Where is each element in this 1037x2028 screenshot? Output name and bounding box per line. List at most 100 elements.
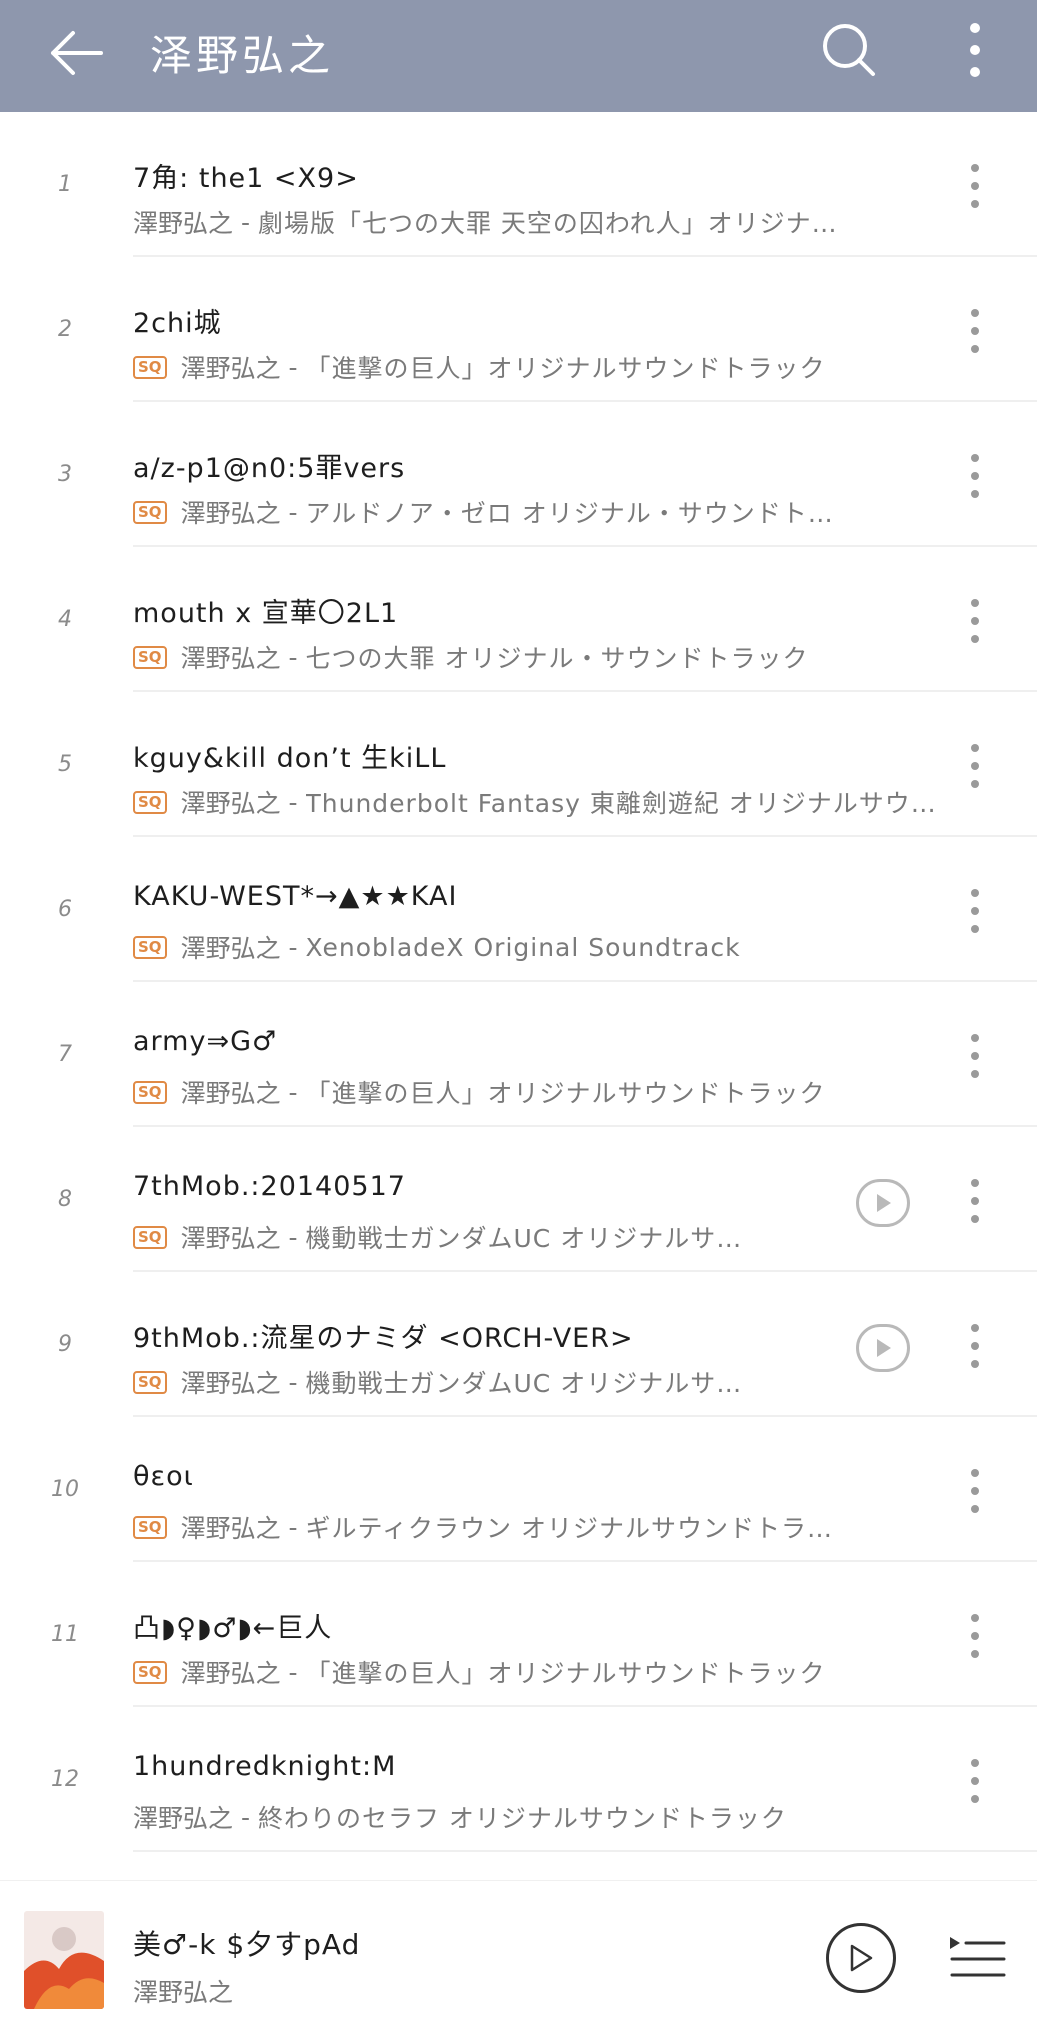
album-cover-image[interactable] xyxy=(24,1911,104,2009)
subtitle-separator: - xyxy=(280,932,306,962)
track-subtitle: SQ 澤野弘之 - ギルティクラウン オリジナルサウンドトラ… xyxy=(133,1509,943,1545)
track-row[interactable]: 7 army⇒G♂ SQ 澤野弘之 - 「進撃の巨人」オリジナルサウンドトラック xyxy=(0,982,1037,1127)
track-number: 2 xyxy=(58,317,72,342)
track-row[interactable]: 5 kguy&kill don’t 生kiLL SQ 澤野弘之 - Thunderbo… xyxy=(0,692,1037,837)
track-more-button[interactable] xyxy=(960,446,990,506)
page-title: 泽野弘之 xyxy=(150,31,335,80)
now-playing-artist[interactable]: 澤野弘之 xyxy=(133,1973,233,2009)
sq-badge: SQ xyxy=(133,790,167,814)
track-more-button[interactable] xyxy=(960,881,990,941)
track-album: 「進撃の巨人」オリジナルサウンドトラック xyxy=(305,354,826,383)
track-number: 5 xyxy=(58,752,72,777)
subtitle-separator: - xyxy=(280,1077,306,1107)
more-vertical-icon xyxy=(971,1469,979,1513)
sq-badge: SQ xyxy=(133,355,167,379)
track-subtitle: SQ 澤野弘之 - 「進撃の巨人」オリジナルサウンドトラック xyxy=(133,349,943,385)
track-album: 「進撃の巨人」オリジナルサウンドトラック xyxy=(305,1079,826,1108)
track-subtitle: SQ 澤野弘之 - 機動戦士ガンダムUC オリジナルサ… xyxy=(133,1219,813,1255)
track-artist: 澤野弘之 xyxy=(133,1804,234,1833)
now-playing-title[interactable]: 美♂-k $夕すpAd xyxy=(133,1923,360,1963)
track-subtitle: 澤野弘之 - 劇場版「七つの大罪 天空の囚われ人」オリジナ… xyxy=(133,204,943,240)
subtitle-separator: - xyxy=(233,1802,258,1832)
track-list: 1 7角: the1 <X9> 澤野弘之 - 劇場版「七つの大罪 天空の囚われ人」オ… xyxy=(0,112,1037,1852)
track-row[interactable]: 8 7thMob.:20140517 SQ 澤野弘之 - 機動戦士ガンダムUC オリジ… xyxy=(0,1127,1037,1272)
playlist-button[interactable] xyxy=(948,1933,1008,1983)
track-more-button[interactable] xyxy=(960,1316,990,1376)
mini-player[interactable]: 美♂-k $夕すpAd 澤野弘之 xyxy=(0,1880,1037,2028)
track-title: θεοι xyxy=(133,1461,194,1492)
track-more-button[interactable] xyxy=(960,1461,990,1521)
sq-badge: SQ xyxy=(133,645,167,669)
play-icon xyxy=(877,1339,891,1357)
track-more-button[interactable] xyxy=(960,591,990,651)
track-title: 1hundredknight:M xyxy=(133,1751,397,1782)
track-row[interactable]: 3 a/z-p1@n0:5罪vers SQ 澤野弘之 - アルドノア・ゼロ オリジナル… xyxy=(0,402,1037,547)
search-button[interactable] xyxy=(814,10,884,90)
track-row[interactable]: 4 mouth x 宣華〇2L1 SQ 澤野弘之 - 七つの大罪 オリジナル・サウンド… xyxy=(0,547,1037,692)
track-subtitle: SQ 澤野弘之 - 「進撃の巨人」オリジナルサウンドトラック xyxy=(133,1654,943,1690)
sq-badge: SQ xyxy=(133,1660,167,1684)
track-more-button[interactable] xyxy=(960,301,990,361)
track-artist: 澤野弘之 xyxy=(180,1659,281,1688)
track-subtitle: SQ 澤野弘之 - 七つの大罪 オリジナル・サウンドトラック xyxy=(133,639,943,675)
playlist-icon xyxy=(950,1937,1006,1977)
subtitle-separator: - xyxy=(280,642,306,672)
track-number: 12 xyxy=(51,1767,79,1792)
track-album: 機動戦士ガンダムUC オリジナルサ… xyxy=(305,1369,743,1398)
track-more-button[interactable] xyxy=(960,1751,990,1811)
track-artist: 澤野弘之 xyxy=(180,1079,281,1108)
track-more-button[interactable] xyxy=(960,1171,990,1231)
subtitle-separator: - xyxy=(280,1222,306,1252)
track-artist: 澤野弘之 xyxy=(180,354,281,383)
subtitle-separator: - xyxy=(280,352,306,382)
more-vertical-icon xyxy=(971,164,979,208)
track-album: 機動戦士ガンダムUC オリジナルサ… xyxy=(305,1224,743,1253)
track-subtitle: SQ 澤野弘之 - XenobladeX Original Soundtrack xyxy=(133,929,943,965)
track-number: 3 xyxy=(58,462,72,487)
track-row[interactable]: 10 θεοι SQ 澤野弘之 - ギルティクラウン オリジナルサウンドトラ… xyxy=(0,1417,1037,1562)
track-album: 七つの大罪 オリジナル・サウンドトラック xyxy=(305,644,809,673)
track-number: 4 xyxy=(58,607,72,632)
subtitle-separator: - xyxy=(280,1367,306,1397)
play-icon xyxy=(877,1194,891,1212)
track-artist: 澤野弘之 xyxy=(180,1514,281,1543)
track-more-button[interactable] xyxy=(960,1026,990,1086)
back-button[interactable] xyxy=(40,18,110,88)
play-button[interactable] xyxy=(826,1923,896,1993)
track-title: 7thMob.:20140517 xyxy=(133,1171,406,1202)
track-title: kguy&kill don’t 生kiLL xyxy=(133,743,447,774)
track-artist: 澤野弘之 xyxy=(180,934,281,963)
more-vertical-icon xyxy=(971,1759,979,1803)
track-more-button[interactable] xyxy=(960,156,990,216)
more-vertical-icon xyxy=(971,744,979,788)
track-row[interactable]: 6 KAKU-WEST*→▲★★KAI SQ 澤野弘之 - XenobladeX Or… xyxy=(0,837,1037,982)
subtitle-separator: - xyxy=(280,497,306,527)
more-options-button[interactable] xyxy=(950,10,1000,90)
play-icon xyxy=(850,1944,873,1972)
track-title: KAKU-WEST*→▲★★KAI xyxy=(133,881,458,912)
track-number: 8 xyxy=(58,1187,72,1212)
track-artist: 澤野弘之 xyxy=(180,789,281,818)
track-more-button[interactable] xyxy=(960,1606,990,1666)
mv-play-button[interactable] xyxy=(856,1324,910,1372)
track-row[interactable]: 9 9thMob.:流星のナミダ <ORCH-VER> SQ 澤野弘之 - 機動戦士ガ… xyxy=(0,1272,1037,1417)
track-more-button[interactable] xyxy=(960,736,990,796)
more-vertical-icon xyxy=(971,1179,979,1223)
track-subtitle: SQ 澤野弘之 - 「進撃の巨人」オリジナルサウンドトラック xyxy=(133,1074,943,1110)
sq-badge: SQ xyxy=(133,500,167,524)
track-artist: 澤野弘之 xyxy=(180,499,281,528)
track-row[interactable]: 12 1hundredknight:M 澤野弘之 - 終わりのセラフ オリジナルサウ… xyxy=(0,1707,1037,1852)
more-vertical-icon xyxy=(971,309,979,353)
mv-play-button[interactable] xyxy=(856,1179,910,1227)
more-vertical-icon xyxy=(971,1324,979,1368)
track-album: 劇場版「七つの大罪 天空の囚われ人」オリジナ… xyxy=(257,209,838,238)
track-number: 11 xyxy=(51,1622,79,1647)
more-vertical-icon xyxy=(971,1614,979,1658)
track-row[interactable]: 11 凸◗♀◗♂◗←巨人 SQ 澤野弘之 - 「進撃の巨人」オリジナルサウンドトラック xyxy=(0,1562,1037,1707)
track-title: 2chi城 xyxy=(133,308,222,339)
track-row[interactable]: 1 7角: the1 <X9> 澤野弘之 - 劇場版「七つの大罪 天空の囚われ人」オ… xyxy=(0,112,1037,257)
track-number: 9 xyxy=(58,1332,72,1357)
track-title: mouth x 宣華〇2L1 xyxy=(133,598,399,629)
track-number: 1 xyxy=(58,172,72,197)
track-row[interactable]: 2 2chi城 SQ 澤野弘之 - 「進撃の巨人」オリジナルサウンドトラック xyxy=(0,257,1037,402)
